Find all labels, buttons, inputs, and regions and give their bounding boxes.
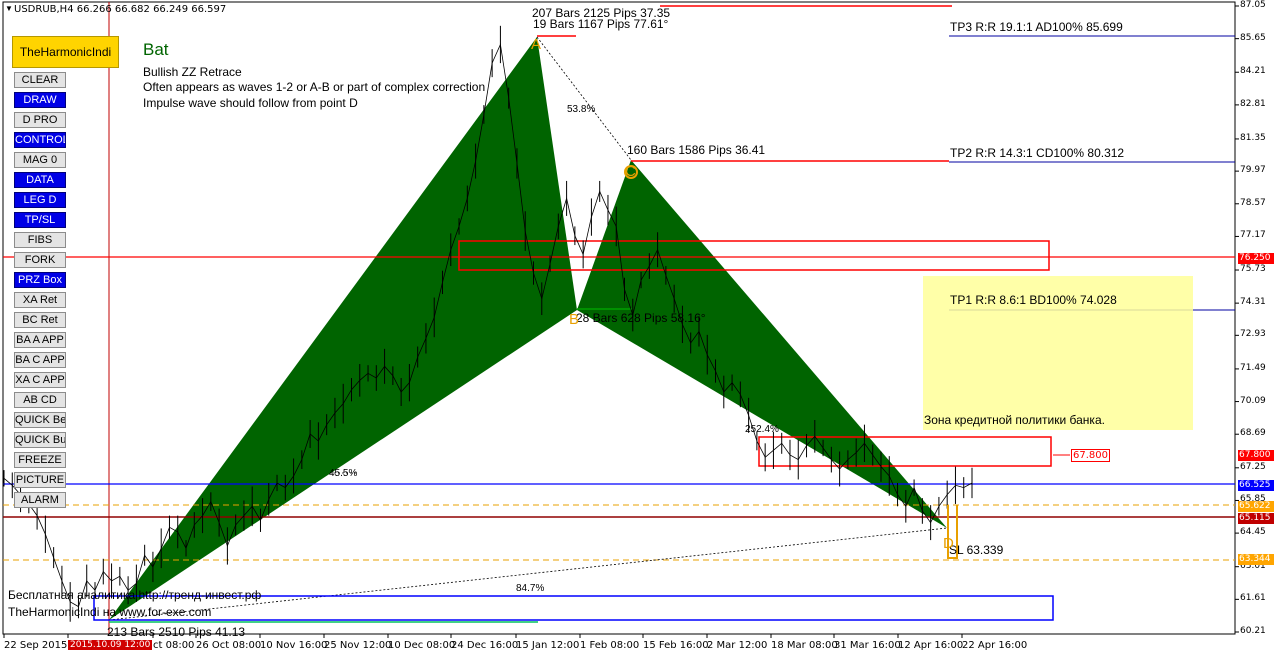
y-tick-label: 61.61: [1240, 593, 1266, 604]
x-tick-label: 22 Apr 16:00: [962, 640, 1028, 651]
pattern-desc-2: Often appears as waves 1-2 or A-B or par…: [143, 80, 486, 94]
panel-button-clear[interactable]: CLEAR: [14, 72, 66, 88]
panel-button-freeze[interactable]: FREEZE: [14, 452, 66, 468]
x-tick-label: 2 Mar 12:00: [707, 640, 768, 651]
panel-button-fork[interactable]: FORK: [14, 252, 66, 268]
y-tick-label: 85.65: [1240, 32, 1266, 43]
panel-button-fibs[interactable]: FIBS: [14, 232, 66, 248]
panel-button-picture[interactable]: PICTURE: [14, 472, 66, 488]
pattern-desc-3: Impulse wave should follow from point D: [143, 96, 358, 110]
y-tick-label: 68.69: [1240, 428, 1266, 439]
watermark-line-2: TheHarmonicIndi на www.for-exe.com: [8, 605, 212, 619]
sl-label: SL 63.339: [949, 543, 1004, 557]
b-point-label: 28 Bars 628 Pips 58.16°: [576, 311, 706, 325]
panel-button-ab-cd[interactable]: AB CD: [14, 392, 66, 408]
dropdown-arrow-icon[interactable]: ▼: [5, 4, 13, 13]
panel-button-tp-sl[interactable]: TP/SL: [14, 212, 66, 228]
panel-button-xa-c-app[interactable]: XA C APP: [14, 372, 66, 388]
y-tick-label: 79.97: [1240, 165, 1266, 176]
c-point-label: 160 Bars 1586 Pips 36.41: [627, 143, 766, 157]
y-tick-label: 77.17: [1240, 230, 1266, 241]
x-tick-label: 31 Mar 16:00: [834, 640, 901, 651]
panel-button-leg-d[interactable]: LEG D: [14, 192, 66, 208]
bd-ratio-label: 252.4%: [745, 424, 779, 435]
price-tag: 67.800: [1238, 449, 1274, 461]
tp3-label: TP3 R:R 19.1:1 AD100% 85.699: [950, 20, 1123, 34]
x-tick-label: 1 Feb 08:00: [580, 640, 640, 651]
x-tick-label: 18 Mar 08:00: [771, 640, 838, 651]
panel-button-xa-ret[interactable]: XA Ret: [14, 292, 66, 308]
panel-button-alarm[interactable]: ALARM: [14, 492, 66, 508]
x-tick-label: 10 Nov 16:00: [260, 640, 328, 651]
x-tick-label: 10 Dec 08:00: [388, 640, 456, 651]
logo-button[interactable]: TheHarmonicIndi: [12, 36, 119, 68]
credit-zone-label: Зона кредитной политики банка.: [924, 413, 1105, 427]
x-tick-label: 24 Dec 16:00: [451, 640, 519, 651]
pattern-title: Bat: [143, 40, 169, 59]
y-tick-label: 67.25: [1240, 461, 1266, 472]
panel-button-d-pro[interactable]: D PRO: [14, 112, 66, 128]
tp1-label: TP1 R:R 8.6:1 BD100% 74.028: [950, 293, 1117, 307]
panel-button-control[interactable]: CONTROL: [14, 132, 66, 148]
prz-price-tag: 67.800: [1071, 449, 1110, 462]
panel-button-quick-be[interactable]: QUICK Be: [14, 412, 66, 428]
y-tick-label: 70.09: [1240, 395, 1266, 406]
x-tick-label: 15 Feb 16:00: [643, 640, 709, 651]
point-d-label: D: [943, 535, 954, 552]
x-point-label: 213 Bars 2510 Pips 41.13: [107, 625, 246, 639]
panel-button-bc-ret[interactable]: BC Ret: [14, 312, 66, 328]
x-tick-label: 12 Apr 16:00: [898, 640, 964, 651]
xd-ratio-label: 84.7%: [516, 583, 545, 594]
y-tick-label: 81.35: [1240, 132, 1266, 143]
y-tick-label: 74.31: [1240, 297, 1266, 308]
watermark-line-1: Бесплатная аналитика http://тренд-инвест…: [8, 588, 262, 602]
price-tag: 65.622: [1238, 500, 1274, 512]
panel-button-ba-a-app[interactable]: BA A APP: [14, 332, 66, 348]
x-tick-label: 2015.10.09 12:00: [68, 640, 153, 650]
price-tag: 63.344: [1238, 553, 1274, 565]
tp2-label: TP2 R:R 14.3:1 CD100% 80.312: [950, 146, 1125, 160]
price-tag: 76.250: [1238, 252, 1274, 264]
xb-ratio-label: 45.5%: [329, 468, 358, 479]
x-tick-label: 25 Nov 12:00: [324, 640, 392, 651]
pattern-desc-1: Bullish ZZ Retrace: [143, 65, 242, 79]
y-axis-ticks: [1235, 5, 1239, 633]
x-tick-label: 26 Oct 08:00: [196, 640, 262, 651]
panel-button-data[interactable]: DATA: [14, 172, 66, 188]
y-tick-label: 64.45: [1240, 527, 1266, 538]
point-a-label: A: [531, 36, 542, 53]
y-tick-label: 82.81: [1240, 98, 1266, 109]
y-tick-label: 84.21: [1240, 66, 1266, 77]
a-top-label-2: 19 Bars 1167 Pips 77.61°: [533, 17, 669, 31]
y-tick-label: 71.49: [1240, 362, 1266, 373]
x-tick-label: ct 08:00: [153, 640, 195, 651]
y-tick-label: 60.21: [1240, 626, 1266, 636]
y-tick-label: 75.73: [1240, 264, 1266, 275]
price-tag: 66.525: [1238, 479, 1274, 491]
symbol-title: USDRUB,H4 66.266 66.682 66.249 66.597: [14, 4, 227, 15]
panel-button-mag-0[interactable]: MAG 0: [14, 152, 66, 168]
panel-button-quick-bu[interactable]: QUICK Bu: [14, 432, 66, 448]
y-tick-label: 72.93: [1240, 329, 1266, 340]
y-tick-label: 87.05: [1240, 0, 1266, 10]
panel-button-prz-box[interactable]: PRZ Box: [14, 272, 66, 288]
panel-button-draw[interactable]: DRAW: [14, 92, 66, 108]
panel-button-ba-c-app[interactable]: BA C APP: [14, 352, 66, 368]
ac-ratio-label: 53.8%: [567, 104, 596, 115]
point-c-label: C: [625, 163, 636, 180]
x-tick-label: 15 Jan 12:00: [516, 640, 580, 651]
y-tick-label: 78.57: [1240, 197, 1266, 208]
point-b-label: B: [569, 311, 580, 328]
price-tag: 65.115: [1238, 512, 1274, 524]
x-tick-label: 22 Sep 2015: [4, 640, 68, 651]
